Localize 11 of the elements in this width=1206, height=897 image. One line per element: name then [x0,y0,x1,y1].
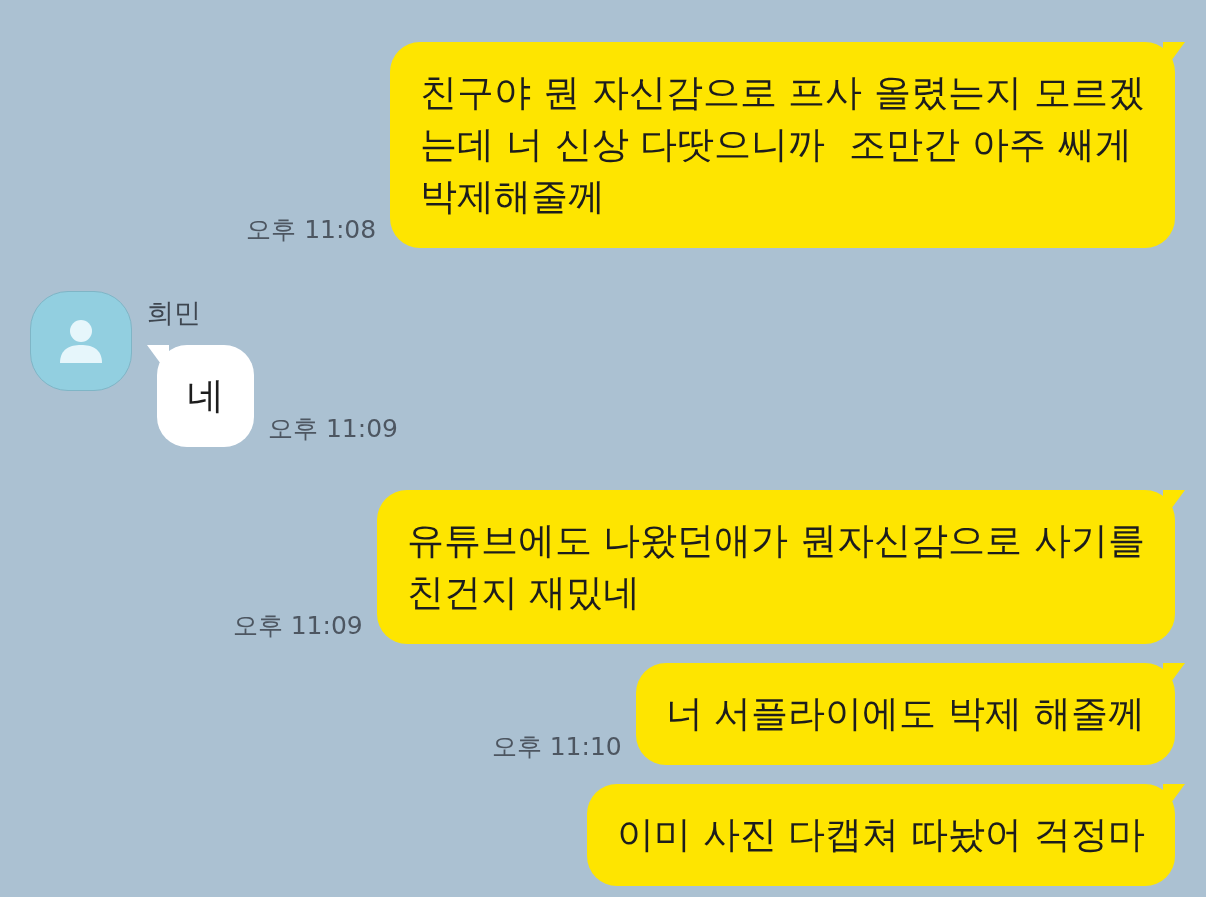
message-time: 오후 11:09 [268,413,398,445]
message-bubble: 너 서플라이에도 박제 해줄께 [635,663,1185,765]
avatar-icon[interactable] [30,291,132,391]
message-bubble: 이미 사진 다캡쳐 따놨어 걱정마 [586,784,1185,886]
message-time: 오후 11:09 [232,610,363,642]
message-time: 오후 11:10 [491,731,622,763]
message-bubble: 유튜브에도 나왔던애가 뭔자신감으로 사기를 친건지 재밌네 [376,490,1185,644]
message-bubble: 친구야 뭔 자신감으로 프사 올렸는지 모르겠 는데 너 신상 다땃으니까 조만간 아주 쌔게 박제해줄께 [390,42,1185,248]
message-time: 오후 11:08 [246,214,377,246]
sender-name: 희민 [147,296,202,330]
message-bubble: 네 [147,345,254,447]
